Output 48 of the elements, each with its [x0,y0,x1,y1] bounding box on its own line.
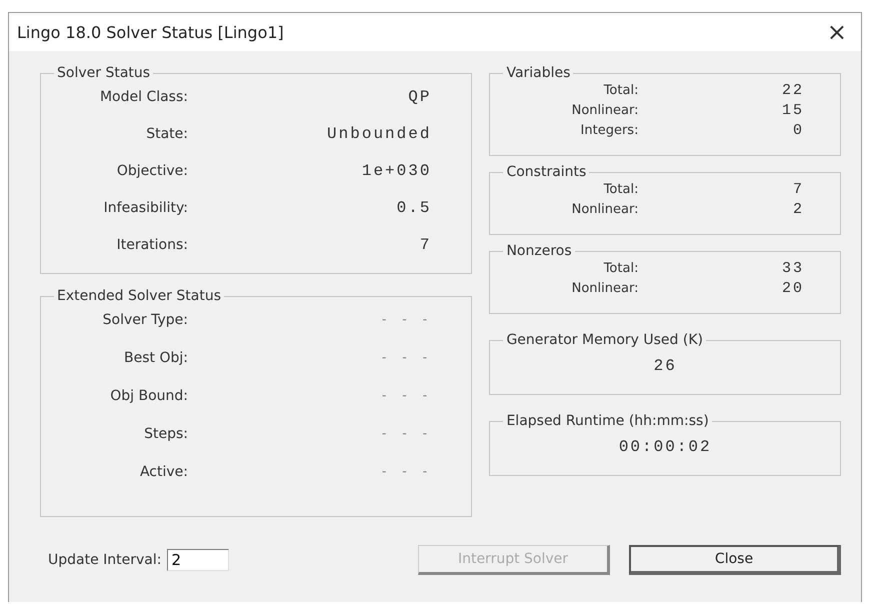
close-button[interactable]: × [820,18,853,46]
readout-value: 26 [654,356,677,377]
field-label: Total: [602,181,638,199]
field-label: Iterations: [116,236,188,255]
field-label: Total: [602,260,638,278]
field-value: 7 [792,180,804,200]
close-dialog-button[interactable]: Close [629,545,841,575]
field-value: - - - [379,350,432,367]
group-title: Elapsed Runtime (hh:mm:ss) [505,413,710,429]
field-value: 22 [780,81,804,101]
window-title: Lingo 18.0 Solver Status [Lingo1] [17,22,284,42]
field-value: 0.5 [396,198,432,218]
group-title: Solver Status [56,65,152,81]
field-value: - - - [379,388,432,405]
field-value: 1e+030 [360,161,432,181]
field-label: Best Obj: [123,349,188,368]
readout-value: 00:00:02 [618,437,712,458]
group-title: Variables [505,65,572,81]
field-value: 0 [792,121,804,141]
field-label: Nonlinear: [570,280,638,298]
field-label: Objective: [116,162,188,181]
field-value: Unbounded [326,124,432,144]
field-label: Active: [138,463,188,482]
field-value: 2 [792,200,804,220]
field-label: Steps: [143,425,188,444]
field-label: Obj Bound: [109,387,188,406]
field-label: Total: [602,82,638,100]
field-value: 20 [780,279,804,299]
field-label: Update Interval: [48,552,162,568]
field-value: 15 [780,101,804,121]
field-label: Nonlinear: [570,102,638,120]
field-value: 7 [418,235,432,255]
group-title: Constraints [505,164,588,180]
field-label: Solver Type: [102,311,188,330]
field-label: Model Class: [98,88,188,107]
group-title: Generator Memory Used (K) [505,332,704,348]
field-value: QP [407,87,432,107]
input-field[interactable]: 2 [167,549,230,571]
field-value: - - - [379,426,432,443]
field-value: - - - [379,464,432,481]
field-label: Integers: [580,122,638,140]
field-value: 33 [780,259,804,279]
group-title: Nonzeros [505,243,573,259]
group-title: Extended Solver Status [56,288,222,304]
field-label: Infeasibility: [102,199,188,218]
field-label: State: [145,125,188,144]
field-value: - - - [379,312,432,329]
field-label: Nonlinear: [570,201,638,219]
